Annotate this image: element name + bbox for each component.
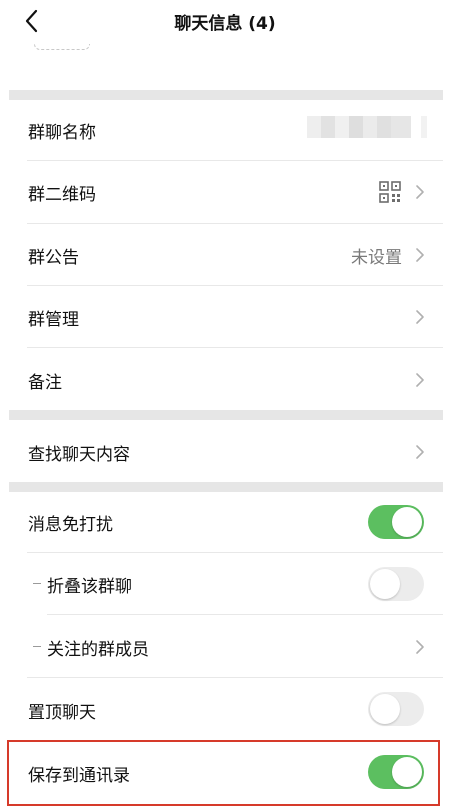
- group-notice-value: 未设置: [351, 248, 402, 268]
- mute-label: 消息免打扰: [28, 515, 113, 535]
- group-name-row[interactable]: 群聊名称: [9, 100, 443, 160]
- member-area: [0, 44, 450, 90]
- nav-bar: 聊天信息 (4): [0, 0, 450, 44]
- section-divider: [9, 482, 443, 492]
- highlight-box: [7, 740, 440, 806]
- remark-label: 备注: [28, 373, 62, 393]
- toggle-knob: [392, 507, 422, 537]
- page-title: 聊天信息 (4): [174, 14, 276, 34]
- chevron-right-icon: [416, 640, 424, 654]
- sub-item-dash: [33, 646, 41, 647]
- group-manage-label: 群管理: [28, 310, 79, 330]
- pin-row: 置顶聊天: [9, 678, 443, 740]
- group-notice-label: 群公告: [28, 248, 79, 268]
- focus-members-label: 关注的群成员: [47, 640, 149, 660]
- toggle-knob: [370, 694, 400, 724]
- sub-item-dash: [33, 583, 41, 584]
- fold-row: 折叠该群聊: [9, 553, 443, 614]
- mute-toggle[interactable]: [368, 505, 424, 539]
- section-divider: [9, 90, 443, 100]
- search-chat-label: 查找聊天内容: [28, 445, 130, 465]
- group-name-value-blurred: [307, 116, 427, 138]
- focus-members-row[interactable]: 关注的群成员: [9, 615, 443, 677]
- search-chat-row[interactable]: 查找聊天内容: [9, 420, 443, 482]
- chevron-right-icon: [416, 185, 424, 199]
- chevron-right-icon: [416, 248, 424, 262]
- qr-code-icon: [379, 181, 401, 203]
- group-qr-row[interactable]: 群二维码: [9, 161, 443, 223]
- chevron-right-icon: [416, 445, 424, 459]
- mute-row: 消息免打扰: [9, 492, 443, 552]
- toggle-knob: [370, 569, 400, 599]
- pin-toggle[interactable]: [368, 692, 424, 726]
- fold-toggle[interactable]: [368, 567, 424, 601]
- add-member-placeholder[interactable]: [34, 44, 90, 50]
- fold-label: 折叠该群聊: [47, 577, 132, 597]
- chevron-right-icon: [416, 373, 424, 387]
- group-qr-label: 群二维码: [28, 185, 96, 205]
- remark-row[interactable]: 备注: [9, 348, 443, 410]
- group-manage-row[interactable]: 群管理: [9, 286, 443, 347]
- group-notice-row[interactable]: 群公告 未设置: [9, 224, 443, 285]
- section-divider: [9, 410, 443, 420]
- chevron-right-icon: [416, 310, 424, 324]
- group-name-label: 群聊名称: [28, 123, 96, 143]
- pin-label: 置顶聊天: [28, 703, 96, 723]
